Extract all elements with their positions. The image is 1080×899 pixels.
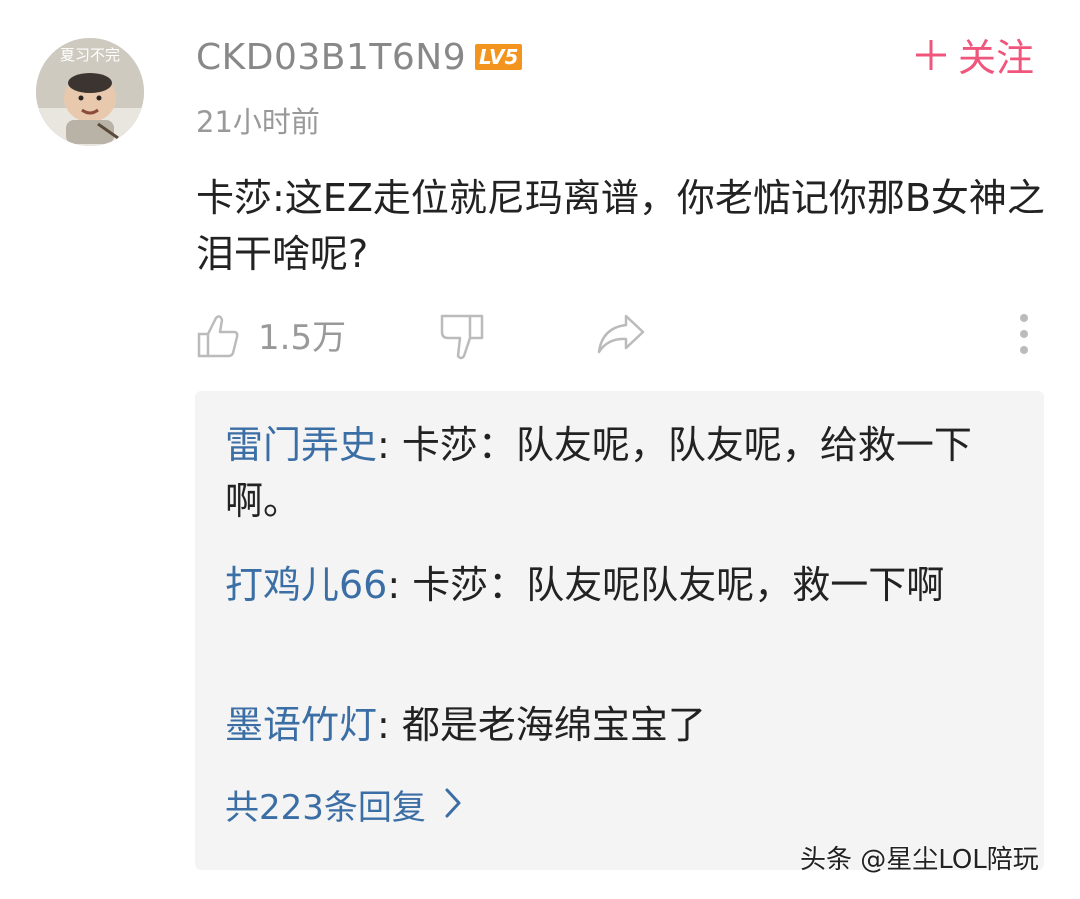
reply-author[interactable]: 打鸡儿66: [225, 563, 387, 607]
reply-text: 都是老海绵宝宝了: [401, 703, 706, 747]
share-icon: [596, 312, 646, 360]
comment-text: 卡莎:这EZ走位就尼玛离谱，你老惦记你那B女神之泪干啥呢?: [196, 176, 1045, 276]
avatar-caption: 夏习不完: [59, 46, 120, 64]
total-replies-label: 共223条回复: [225, 788, 426, 828]
thumbs-up-icon: [196, 312, 240, 364]
follow-label: 关注: [957, 36, 1034, 80]
reply-preview-box[interactable]: 雷门弄史: 卡莎：队友呢，队友呢，给救一下啊。 打鸡儿66: 卡莎：队友呢队友呢…: [195, 391, 1044, 870]
chevron-right-icon: [444, 785, 462, 831]
view-all-replies-link[interactable]: 共223条回复: [225, 785, 462, 831]
action-bar: 1.5万: [196, 312, 1032, 364]
reply-item[interactable]: 雷门弄史: 卡莎：队友呢，队友呢，给救一下啊。: [225, 417, 1005, 529]
plus-icon: [914, 34, 948, 82]
share-button[interactable]: [596, 312, 646, 360]
more-options-button[interactable]: [1016, 312, 1032, 360]
reply-separator: :: [387, 563, 413, 607]
more-vertical-icon: [1016, 312, 1032, 360]
dislike-button[interactable]: [438, 312, 486, 366]
like-count: 1.5万: [258, 318, 347, 358]
watermark: 头条 @星尘LOL陪玩: [800, 845, 1039, 875]
level-badge: LV5: [475, 44, 523, 70]
follow-button[interactable]: 关注: [914, 34, 1034, 82]
reply-author[interactable]: 墨语竹灯: [225, 703, 377, 747]
thumbs-down-icon: [438, 312, 486, 366]
reply-author[interactable]: 雷门弄史: [225, 423, 377, 467]
reply-separator: :: [377, 703, 402, 747]
timestamp: 21小时前: [196, 105, 320, 139]
reply-separator: :: [377, 423, 402, 467]
avatar[interactable]: 夏习不完: [36, 38, 144, 146]
username[interactable]: CKD03B1T6N9: [196, 36, 466, 80]
reply-text: 卡莎：队友呢队友呢，救一下啊: [412, 563, 945, 607]
reply-item[interactable]: 墨语竹灯: 都是老海绵宝宝了: [225, 697, 1005, 753]
reply-item[interactable]: 打鸡儿66: 卡莎：队友呢队友呢，救一下啊: [225, 557, 1005, 613]
like-button[interactable]: 1.5万: [196, 312, 346, 364]
